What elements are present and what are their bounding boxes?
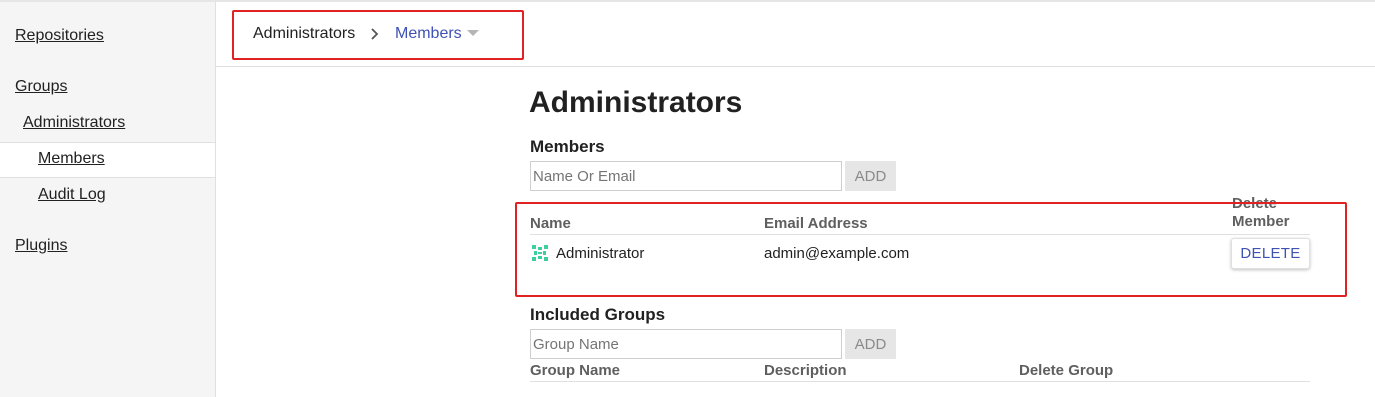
column-header-description: Description [764,362,847,379]
group-search-input[interactable] [530,329,842,359]
included-groups-heading: Included Groups [530,305,666,324]
sidebar-item-administrators[interactable]: Administrators [23,114,125,132]
members-table-highlight [515,202,1347,297]
page-title: Administrators [529,86,743,119]
member-search-input[interactable] [530,161,842,191]
sidebar-item-repositories[interactable]: Repositories [15,27,104,45]
sidebar-selected-row [0,142,215,178]
sidebar-item-groups[interactable]: Groups [15,78,67,96]
breadcrumb-highlight [232,10,524,60]
sidebar-item-members[interactable]: Members [38,150,105,168]
groups-header-divider [530,381,1310,382]
sidebar-item-plugins[interactable]: Plugins [15,237,67,255]
add-member-button[interactable]: ADD [845,161,896,191]
column-header-delete-group: Delete Group [1019,362,1114,379]
sidebar-item-audit-log[interactable]: Audit Log [38,186,106,204]
members-heading: Members [530,137,605,156]
column-header-group-name: Group Name [530,362,621,379]
sidebar: Repositories Groups Administrators Membe… [0,2,216,397]
add-group-button[interactable]: ADD [845,329,896,359]
